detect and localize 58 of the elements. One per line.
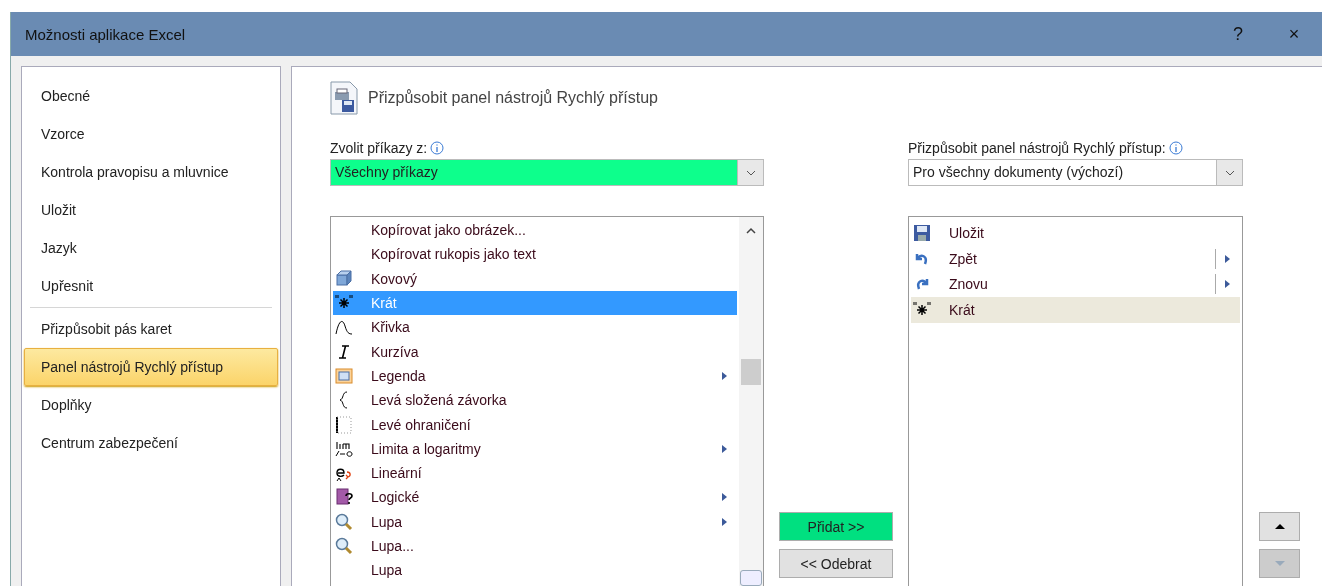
sidebar-item[interactable]: Centrum zabezpečení	[24, 424, 278, 462]
curve-icon	[335, 318, 353, 337]
sidebar-item[interactable]: Obecné	[24, 77, 278, 115]
legend-icon	[335, 366, 353, 385]
window-title: Možnosti aplikace Excel	[25, 25, 187, 43]
scroll-up-icon[interactable]	[745, 227, 757, 235]
list-item[interactable]: Lineární	[333, 460, 737, 486]
magnifier-icon	[335, 537, 353, 555]
list-item[interactable]: Kurzíva	[333, 339, 737, 364]
chevron-down-icon	[1224, 169, 1235, 176]
triangle-up-icon	[1273, 523, 1286, 530]
list-item[interactable]: Zpět	[911, 245, 1240, 272]
list-item[interactable]: Kopírovat rukopis jako text	[333, 242, 737, 267]
info-icon	[1168, 141, 1183, 155]
commands-dropdown[interactable]: Všechny příkazy	[330, 159, 764, 186]
close-button[interactable]: ×	[1266, 12, 1322, 56]
page-heading: Přizpůsobit panel nástrojů Rychlý přístup	[368, 89, 658, 107]
list-item[interactable]: Kopírovat jako obrázek...	[333, 218, 737, 243]
add-button[interactable]: Přidat >>	[779, 512, 893, 541]
list-item[interactable]: Legenda	[333, 363, 737, 389]
border-icon	[335, 415, 353, 434]
list-item[interactable]: Lupa...	[333, 533, 737, 559]
printer-document-icon	[330, 81, 358, 115]
field-label: Přizpůsobit panel nástrojů Rychlý přístup:	[908, 140, 1166, 156]
chevron-down-icon	[745, 169, 756, 176]
scrollbar-thumb[interactable]	[741, 359, 761, 385]
limit-icon	[335, 439, 353, 458]
magnifier-icon	[335, 512, 353, 531]
list-item[interactable]: Znovu	[911, 271, 1240, 298]
info-icon	[430, 141, 445, 155]
list-item[interactable]: Krát	[911, 297, 1240, 323]
sidebar-item[interactable]: Uložit	[24, 191, 278, 229]
remove-button[interactable]: << Odebrat	[779, 549, 893, 578]
sidebar-item[interactable]: Upřesnit	[24, 267, 278, 305]
list-item[interactable]: Logické	[333, 485, 737, 510]
list-item[interactable]: Levá složená závorka	[333, 388, 737, 413]
sidebar-item[interactable]: Doplňky	[24, 386, 278, 424]
field-label: Zvolit příkazy z:	[330, 140, 428, 156]
book-icon	[335, 488, 353, 507]
scrollbar[interactable]	[739, 217, 763, 586]
toolbar-scope-dropdown[interactable]: Pro všechny dokumenty (výchozí)	[908, 159, 1243, 186]
help-button[interactable]: ?	[1210, 12, 1266, 56]
list-item[interactable]: Uložit	[911, 220, 1240, 246]
list-item[interactable]: Křivka	[333, 315, 737, 340]
move-up-button[interactable]	[1259, 512, 1300, 541]
sidebar-item[interactable]: Přizpůsobit pás karet	[24, 310, 278, 348]
list-item[interactable]: Lupa	[333, 558, 737, 583]
list-item[interactable]: Limita a logaritmy	[333, 436, 737, 461]
sidebar-item[interactable]: Jazyk	[24, 229, 278, 267]
sidebar-item[interactable]: Kontrola pravopisu a mluvnice	[24, 153, 278, 191]
list-item[interactable]: Levé ohraničení	[333, 412, 737, 437]
triangle-down-icon	[1273, 560, 1286, 567]
scroll-down-button[interactable]	[740, 570, 762, 586]
cube-icon	[335, 269, 353, 288]
sidebar-item[interactable]: Vzorce	[24, 115, 278, 153]
list-item[interactable]: Lupa	[333, 509, 737, 534]
sidebar-item[interactable]: Panel nástrojů Rychlý přístup	[24, 348, 278, 386]
list-item[interactable]: Kovový	[333, 266, 737, 291]
